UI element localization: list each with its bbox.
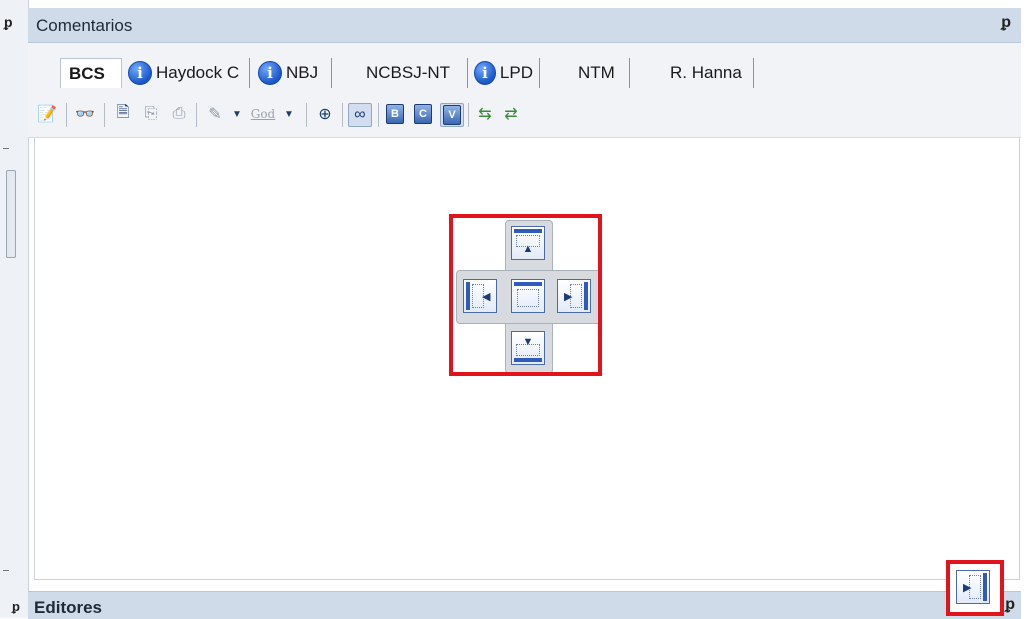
book-c-icon[interactable]: C bbox=[412, 103, 434, 125]
info-icon: i bbox=[258, 61, 282, 85]
panel-header: Comentarios ᵱ bbox=[28, 8, 1021, 43]
bottom-panel-header: Editores ᵱ bbox=[28, 591, 1021, 619]
god-dropdown[interactable]: God bbox=[248, 103, 278, 125]
scroll-tick-bottom bbox=[3, 570, 9, 571]
copy-icon[interactable]: ⎘ bbox=[140, 103, 162, 125]
toolbar: 📝 👓 🗎 ⎘ ⎙ ✎ ▼ God ▼ ⊕ ∞ B C V ⇆ ⇄ bbox=[28, 93, 1021, 138]
binoculars-icon[interactable]: 👓 bbox=[74, 103, 96, 125]
adjacent-panel-edge: ᵱ ᵱ bbox=[0, 0, 29, 618]
tab-ncbsj-nt[interactable]: NCBSJ-NT bbox=[336, 58, 468, 88]
highlight-box bbox=[449, 214, 602, 376]
bottom-panel-title: Editores bbox=[34, 598, 103, 617]
highlight-icon[interactable]: ✎ bbox=[204, 103, 226, 125]
pin-icon[interactable]: ᵱ bbox=[12, 599, 20, 614]
info-icon: i bbox=[474, 61, 496, 85]
chevron-down-icon[interactable]: ▼ bbox=[226, 103, 248, 125]
tab-label: NCBSJ-NT bbox=[366, 63, 451, 82]
scrollbar-thumb[interactable] bbox=[6, 170, 16, 258]
panel-title: Comentarios bbox=[36, 16, 133, 35]
document-icon[interactable]: 🗎 bbox=[112, 103, 134, 125]
tab-label: BCS bbox=[69, 63, 105, 83]
highlight-box: ▶ bbox=[946, 560, 1004, 616]
link-icon[interactable]: ∞ bbox=[348, 103, 372, 127]
tab-bcs[interactable]: BCS bbox=[60, 58, 122, 88]
sync-back-icon[interactable]: ⇆ bbox=[474, 103, 496, 125]
zoom-in-icon[interactable]: ⊕ bbox=[314, 103, 336, 125]
pin-icon[interactable]: ᵱ bbox=[1005, 596, 1015, 614]
tab-label: R. Hanna bbox=[670, 63, 742, 82]
tab-label: NTM bbox=[578, 63, 615, 82]
tab-label: Haydock C bbox=[156, 63, 240, 82]
tab-label: NBJ bbox=[286, 63, 319, 82]
tab-lpd[interactable]: i LPD bbox=[470, 58, 540, 88]
pin-icon[interactable]: ᵱ bbox=[4, 14, 13, 30]
scroll-tick-top bbox=[3, 148, 9, 149]
tab-r-hanna[interactable]: R. Hanna bbox=[634, 58, 754, 88]
tab-bar: BCS i Haydock C i NBJ NCBSJ-NT i LPD NTM… bbox=[28, 43, 1021, 93]
pin-icon[interactable]: ᵱ bbox=[1001, 14, 1011, 32]
info-icon: i bbox=[128, 61, 152, 85]
book-b-icon[interactable]: B bbox=[384, 103, 406, 125]
chevron-down-icon[interactable]: ▼ bbox=[278, 103, 300, 125]
dock-right-edge-icon[interactable]: ▶ bbox=[956, 570, 990, 604]
tab-ntm[interactable]: NTM bbox=[544, 58, 630, 88]
edit-page-icon[interactable]: 📝 bbox=[36, 103, 58, 125]
sync-forward-icon[interactable]: ⇄ bbox=[500, 103, 522, 125]
tab-label: LPD bbox=[499, 63, 533, 82]
paste-icon[interactable]: ⎙ bbox=[168, 103, 190, 125]
tab-nbj[interactable]: i NBJ bbox=[254, 58, 332, 88]
tab-haydock-c[interactable]: i Haydock C bbox=[124, 58, 250, 88]
book-v-icon[interactable]: V bbox=[440, 103, 464, 127]
